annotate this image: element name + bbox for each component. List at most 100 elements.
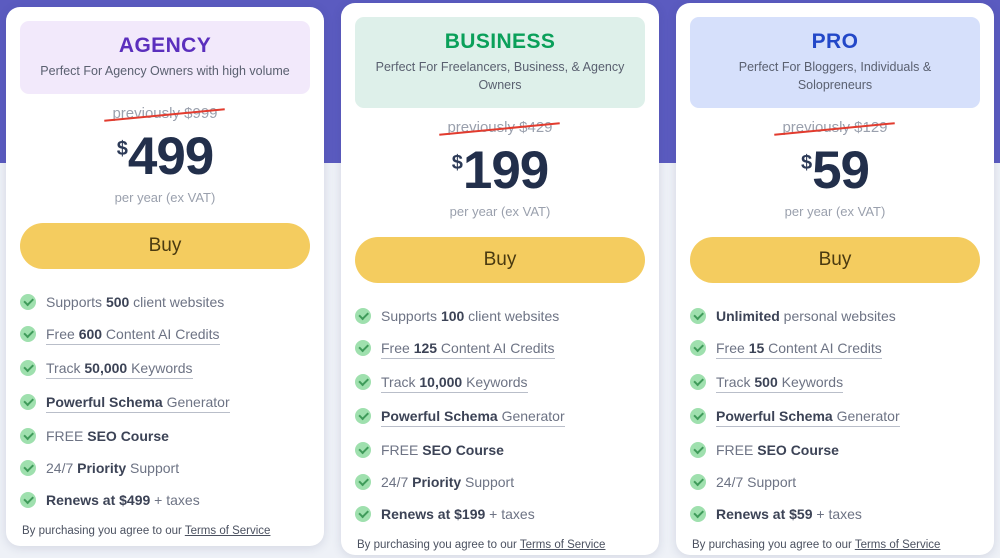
terms-prefix: By purchasing you agree to our [692, 539, 855, 551]
feature-text: Unlimited personal websites [716, 307, 896, 325]
feature-item: Powerful Schema Generator [355, 407, 645, 427]
feature-text-post: Generator [162, 394, 230, 410]
feature-item: Renews at $59 + taxes [690, 505, 980, 523]
feature-text-pre: Track [46, 360, 85, 376]
feature-text-post: client websites [464, 308, 560, 324]
price-amount: 59 [812, 141, 870, 200]
feature-text-highlight: SEO Course [87, 428, 169, 444]
buy-button-agency[interactable]: Buy [20, 223, 310, 269]
feature-text-post: Keywords [462, 374, 528, 390]
feature-text-highlight: 15 [748, 340, 765, 356]
check-circle-icon [20, 428, 36, 444]
feature-text-pre: 24/7 [46, 460, 78, 476]
price-period: per year (ex VAT) [114, 190, 216, 205]
terms-of-service-link[interactable]: Terms of Service [185, 525, 271, 537]
feature-text-post: Content AI Credits [764, 340, 882, 356]
feature-item: 24/7 Support [690, 473, 980, 491]
pricing-card-business: BUSINESS Perfect For Freelancers, Busines… [341, 3, 659, 555]
price-block: previously $429 $199 per year (ex VAT) [355, 108, 645, 219]
feature-text: Free 125 Content AI Credits [381, 339, 555, 359]
feature-text-pre: Track [716, 374, 755, 390]
feature-text-highlight: 100 [440, 308, 465, 324]
feature-text: FREE SEO Course [46, 427, 169, 445]
feature-text: Track 10,000 Keywords [381, 373, 528, 393]
pricing-card-agency: AGENCY Perfect For Agency Owners with hig… [6, 7, 324, 546]
feature-text-highlight: Priority [412, 474, 462, 490]
feature-text: 24/7 Priority Support [46, 459, 179, 477]
buy-button-business[interactable]: Buy [355, 237, 645, 283]
plan-header-pro: PRO Perfect For Bloggers, Individuals & S… [690, 17, 980, 108]
feature-text-pre: Free [716, 340, 749, 356]
feature-text: FREE SEO Course [381, 441, 504, 459]
plan-name: AGENCY [118, 34, 212, 57]
feature-text: Renews at $499 + taxes [46, 491, 200, 509]
feature-item: FREE SEO Course [20, 427, 310, 445]
feature-text: Supports 100 client websites [381, 307, 559, 325]
feature-item: Supports 100 client websites [355, 307, 645, 325]
feature-item: 24/7 Priority Support [20, 459, 310, 477]
feature-text-pre: Free [46, 326, 79, 342]
terms-of-service-link[interactable]: Terms of Service [520, 539, 606, 551]
feature-list: Supports 100 client websites Free 125 Con… [355, 307, 645, 537]
currency-symbol: $ [800, 152, 813, 174]
feature-text: Track 50,000 Keywords [46, 359, 193, 379]
feature-text-post: Keywords [777, 374, 844, 390]
price-main: $499 [20, 130, 310, 183]
feature-item: Free 600 Content AI Credits [20, 325, 310, 345]
check-circle-icon [355, 442, 371, 458]
price-block: previously $999 $499 per year (ex VAT) [20, 94, 310, 205]
feature-text: 24/7 Priority Support [381, 473, 514, 491]
feature-text-highlight: Powerful Schema [716, 408, 833, 424]
feature-text-highlight: Renews at $199 [381, 506, 486, 522]
plan-tagline: Perfect For Freelancers, Business, & Age… [375, 60, 625, 92]
check-circle-icon [690, 340, 706, 356]
feature-text-pre: Supports [381, 308, 441, 324]
price-period: per year (ex VAT) [449, 204, 551, 219]
previous-price-wrapper: previously $429 [355, 118, 645, 138]
currency-symbol: $ [116, 138, 128, 160]
feature-text-highlight: Renews at $499 [46, 492, 151, 508]
feature-text-pre: 24/7 Support [716, 474, 797, 490]
feature-text-pre: FREE [381, 442, 423, 458]
feature-text: Track 500 Keywords [716, 373, 844, 393]
terms-notice: By purchasing you agree to our Terms of … [20, 523, 310, 541]
feature-item: FREE SEO Course [690, 441, 980, 459]
terms-notice: By purchasing you agree to our Terms of … [355, 537, 645, 555]
feature-item: FREE SEO Course [355, 441, 645, 459]
plan-name: PRO [811, 30, 859, 53]
check-circle-icon [20, 460, 36, 476]
check-circle-icon [20, 394, 36, 410]
feature-text-highlight: 125 [413, 340, 438, 356]
feature-text-post: + taxes [150, 492, 200, 508]
feature-item: Renews at $199 + taxes [355, 505, 645, 523]
feature-text: Renews at $59 + taxes [716, 505, 862, 523]
check-circle-icon [690, 474, 706, 490]
check-circle-icon [355, 374, 371, 390]
feature-item: Supports 500 client websites [20, 293, 310, 311]
feature-text-highlight: SEO Course [422, 442, 504, 458]
check-circle-icon [690, 442, 706, 458]
feature-text: Powerful Schema Generator [46, 393, 230, 413]
check-circle-icon [690, 408, 706, 424]
feature-item: Track 500 Keywords [690, 373, 980, 393]
feature-text: Free 15 Content AI Credits [716, 339, 882, 359]
feature-text-post: Keywords [127, 360, 193, 376]
check-circle-icon [690, 308, 706, 324]
previous-price: previously $129 [774, 118, 896, 138]
feature-item: Track 10,000 Keywords [355, 373, 645, 393]
feature-text-pre: Track [381, 374, 420, 390]
check-circle-icon [20, 294, 36, 310]
feature-item: Free 125 Content AI Credits [355, 339, 645, 359]
price-amount: 499 [127, 127, 214, 186]
feature-text: FREE SEO Course [716, 441, 839, 459]
terms-prefix: By purchasing you agree to our [357, 539, 520, 551]
check-circle-icon [355, 340, 371, 356]
check-circle-icon [355, 506, 371, 522]
feature-text-highlight: SEO Course [757, 442, 839, 458]
plan-tagline: Perfect For Agency Owners with high volu… [40, 64, 290, 78]
feature-text-post: Generator [832, 408, 900, 424]
previous-price-wrapper: previously $999 [20, 104, 310, 124]
buy-button-pro[interactable]: Buy [690, 237, 980, 283]
terms-of-service-link[interactable]: Terms of Service [855, 539, 941, 551]
feature-text-highlight: 500 [754, 374, 778, 390]
